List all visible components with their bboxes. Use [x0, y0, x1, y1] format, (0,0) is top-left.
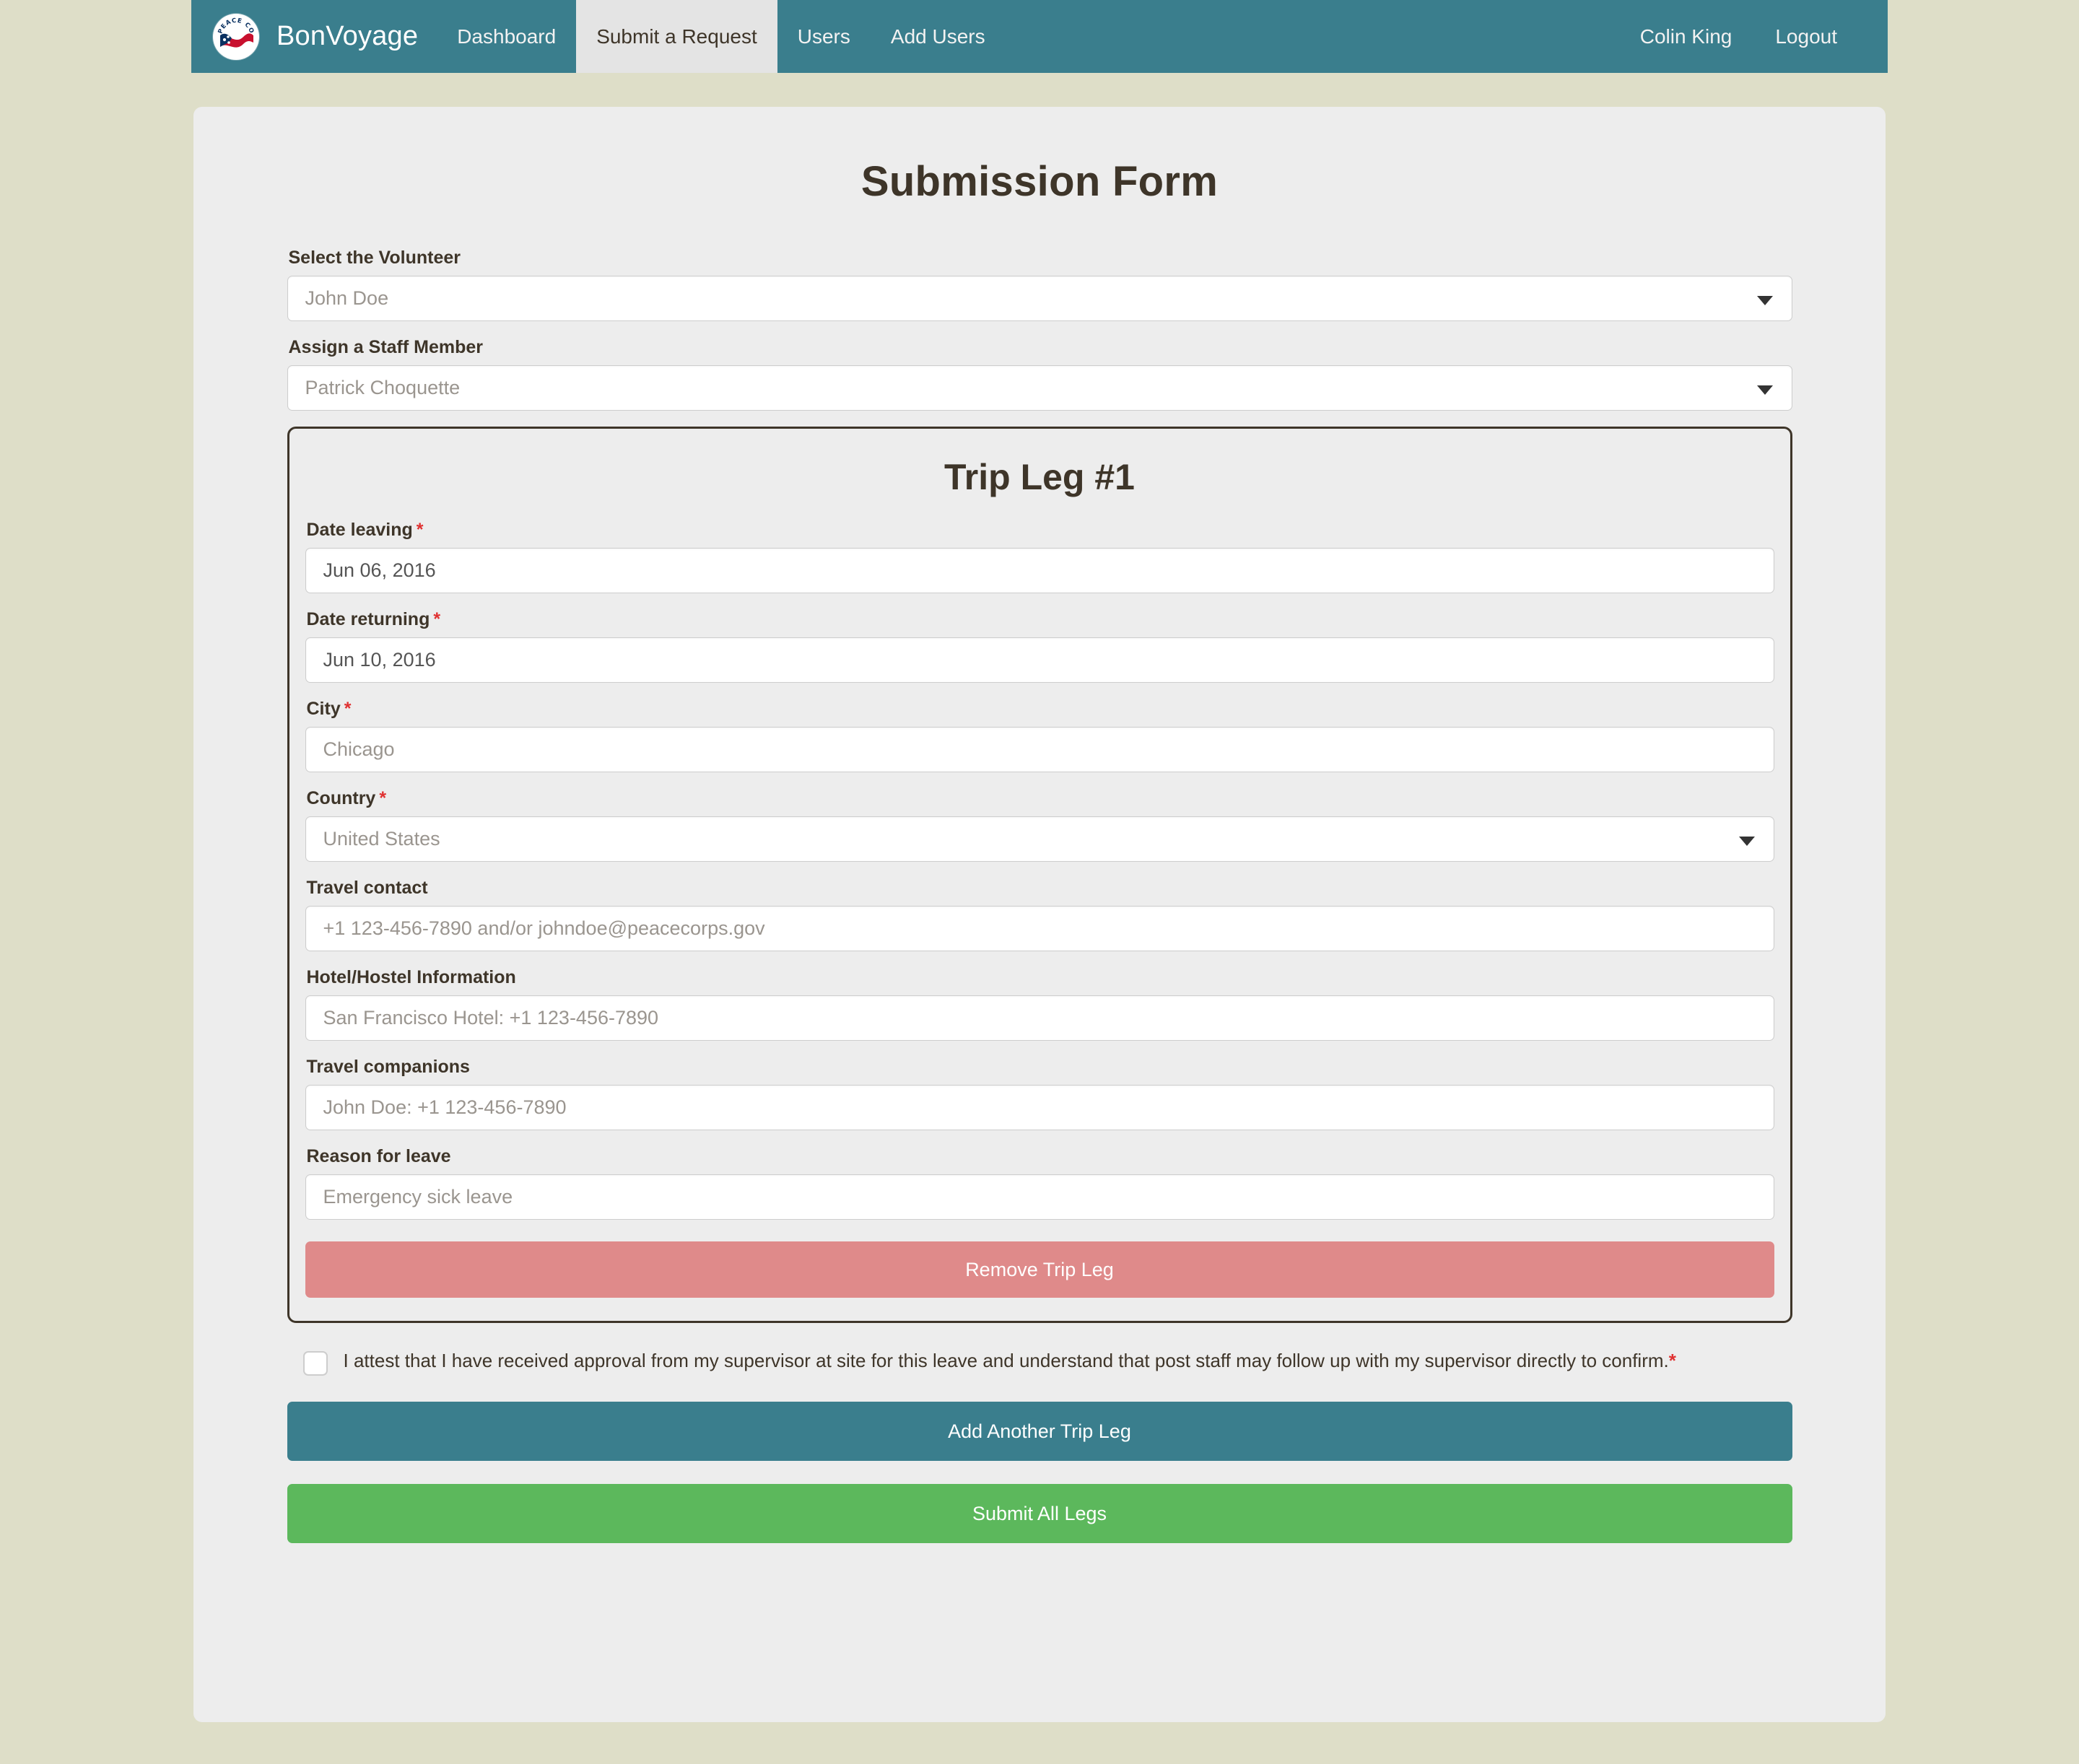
- field-hotel-information: Hotel/Hostel Information San Francisco H…: [305, 967, 1774, 1041]
- required-asterisk: *: [433, 609, 441, 629]
- field-travel-contact: Travel contact +1 123-456-7890 and/or jo…: [305, 878, 1774, 951]
- navbar-left-group: PEACE CORPS BonVoyage Dashboard Submit a…: [191, 0, 1006, 73]
- attestation-checkbox[interactable]: [302, 1351, 328, 1376]
- trip-leg-title: Trip Leg #1: [944, 457, 1135, 497]
- required-asterisk: *: [416, 520, 424, 540]
- nav-item-submit-a-request[interactable]: Submit a Request: [576, 0, 777, 73]
- travel-contact-placeholder: +1 123-456-7890 and/or johndoe@peacecorp…: [323, 917, 765, 939]
- add-another-trip-leg-button[interactable]: Add Another Trip Leg: [287, 1402, 1792, 1461]
- nav-item-add-users[interactable]: Add Users: [871, 0, 1006, 73]
- field-date-returning: Date returning * Jun 10, 2016: [305, 609, 1774, 683]
- assign-staff-member-value: Patrick Choquette: [305, 377, 461, 398]
- attestation-label: I attest that I have received approval f…: [344, 1349, 1676, 1373]
- add-trip-leg-row: Add Another Trip Leg: [287, 1402, 1792, 1461]
- assign-staff-member-label: Assign a Staff Member: [288, 337, 484, 357]
- field-city: City * Chicago: [305, 699, 1774, 772]
- field-reason-for-leave: Reason for leave Emergency sick leave: [305, 1146, 1774, 1220]
- attestation-row: I attest that I have received approval f…: [302, 1349, 1792, 1376]
- required-asterisk: *: [379, 788, 387, 808]
- country-label: Country *: [306, 788, 387, 808]
- form-container: Submission Form Select the Volunteer Joh…: [287, 107, 1792, 1543]
- submit-row: Submit All Legs: [287, 1484, 1792, 1543]
- travel-companions-label: Travel companions: [306, 1057, 470, 1077]
- hotel-information-placeholder: San Francisco Hotel: +1 123-456-7890: [323, 1007, 659, 1029]
- date-returning-label: Date returning *: [306, 609, 441, 629]
- brand-home-link[interactable]: PEACE CORPS BonVoyage: [191, 0, 437, 73]
- trip-leg-panel: Trip Leg #1 Date leaving * Jun 06, 2016 D…: [287, 427, 1792, 1323]
- field-select-volunteer: Select the Volunteer John Doe: [287, 248, 1792, 321]
- travel-companions-input[interactable]: John Doe: +1 123-456-7890: [305, 1085, 1774, 1130]
- date-returning-value: Jun 10, 2016: [323, 649, 436, 671]
- submit-all-legs-button[interactable]: Submit All Legs: [287, 1484, 1792, 1543]
- remove-trip-leg-button[interactable]: Remove Trip Leg: [305, 1241, 1774, 1298]
- select-volunteer-label: Select the Volunteer: [288, 248, 461, 268]
- travel-contact-input[interactable]: +1 123-456-7890 and/or johndoe@peacecorp…: [305, 906, 1774, 951]
- select-volunteer-dropdown[interactable]: John Doe: [287, 276, 1792, 321]
- top-navbar: PEACE CORPS BonVoyage Dashboard Submit a…: [191, 0, 1888, 73]
- nav-item-current-user[interactable]: Colin King: [1618, 0, 1754, 73]
- country-value: United States: [323, 828, 440, 850]
- page-title: Submission Form: [860, 158, 1219, 205]
- travel-contact-label: Travel contact: [306, 878, 428, 898]
- field-date-leaving: Date leaving * Jun 06, 2016: [305, 520, 1774, 593]
- peace-corps-logo-icon: PEACE CORPS: [213, 13, 259, 60]
- field-country: Country * United States: [305, 788, 1774, 862]
- date-leaving-input[interactable]: Jun 06, 2016: [305, 548, 1774, 593]
- reason-for-leave-placeholder: Emergency sick leave: [323, 1186, 513, 1208]
- select-volunteer-value: John Doe: [305, 287, 389, 309]
- navbar-right-group: Colin King Logout: [1618, 0, 1888, 73]
- field-assign-staff-member: Assign a Staff Member Patrick Choquette: [287, 337, 1792, 411]
- reason-for-leave-label: Reason for leave: [306, 1146, 451, 1166]
- main-content-card: Submission Form Select the Volunteer Joh…: [193, 107, 1886, 1722]
- reason-for-leave-input[interactable]: Emergency sick leave: [305, 1174, 1774, 1220]
- city-placeholder: Chicago: [323, 738, 395, 760]
- nav-item-users[interactable]: Users: [777, 0, 871, 73]
- date-leaving-value: Jun 06, 2016: [323, 559, 436, 581]
- field-travel-companions: Travel companions John Doe: +1 123-456-7…: [305, 1057, 1774, 1130]
- required-asterisk: *: [1668, 1350, 1676, 1371]
- city-label: City *: [306, 699, 352, 719]
- hotel-information-label: Hotel/Hostel Information: [306, 967, 516, 987]
- date-returning-input[interactable]: Jun 10, 2016: [305, 637, 1774, 683]
- city-input[interactable]: Chicago: [305, 727, 1774, 772]
- date-leaving-label: Date leaving *: [306, 520, 424, 540]
- assign-staff-member-dropdown[interactable]: Patrick Choquette: [287, 365, 1792, 411]
- travel-companions-placeholder: John Doe: +1 123-456-7890: [323, 1096, 567, 1118]
- nav-item-dashboard[interactable]: Dashboard: [437, 0, 576, 73]
- attestation-text: I attest that I have received approval f…: [343, 1350, 1669, 1371]
- brand-name: BonVoyage: [276, 21, 419, 51]
- required-asterisk: *: [344, 699, 352, 719]
- country-dropdown[interactable]: United States: [305, 816, 1774, 862]
- nav-item-logout[interactable]: Logout: [1753, 0, 1859, 73]
- hotel-information-input[interactable]: San Francisco Hotel: +1 123-456-7890: [305, 995, 1774, 1041]
